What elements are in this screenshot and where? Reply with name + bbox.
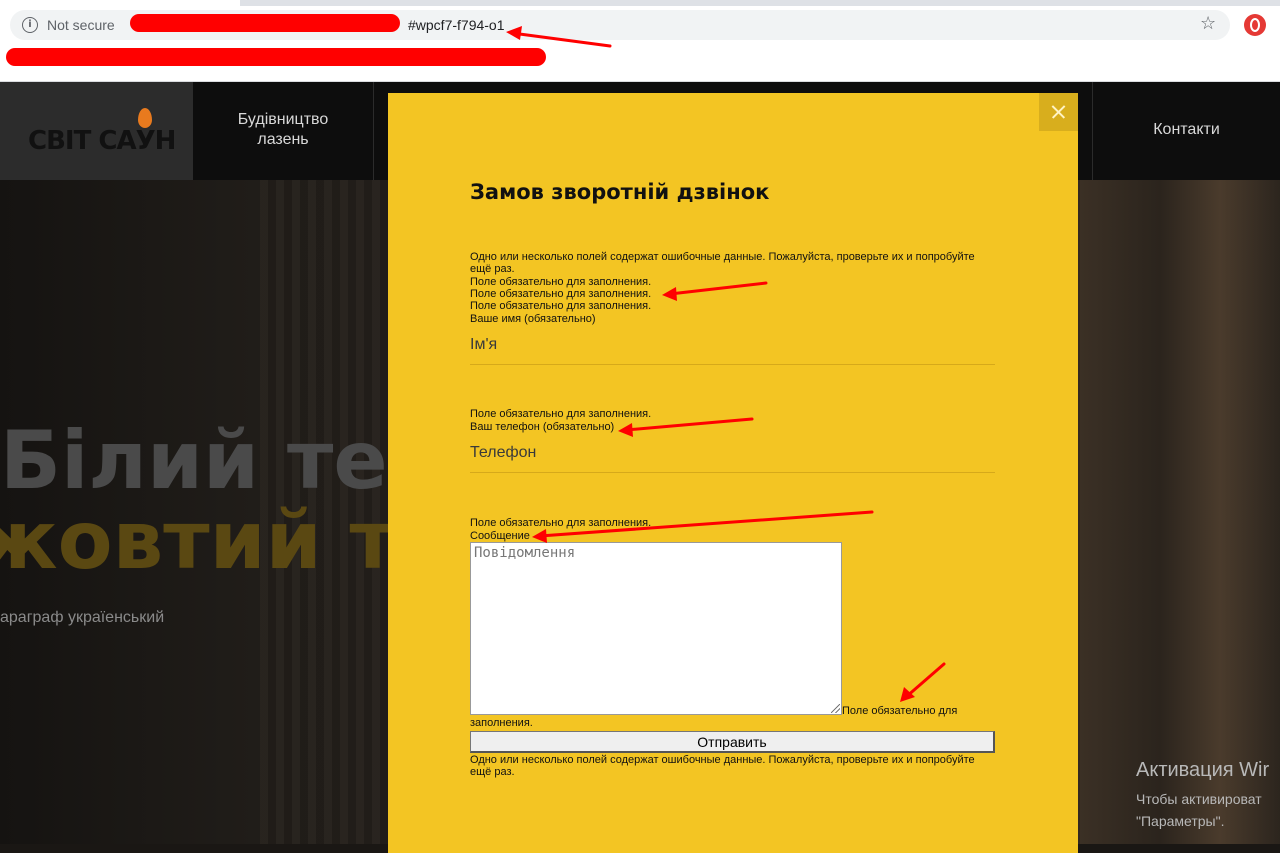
phone-input[interactable] — [470, 438, 995, 468]
name-underline — [470, 364, 995, 365]
logo-container[interactable]: СВІТ САУН — [0, 82, 193, 180]
required-msg: Поле обязательно для заполнения. — [470, 300, 652, 312]
hero-background-right — [1080, 180, 1280, 844]
browser-chrome: i Not secure | #wpcf7-f794-o1 ☆ — [0, 0, 1280, 82]
required-msg: Поле обязательно для заполнения. — [470, 517, 652, 529]
required-msg: Поле обязательно для заполнения. — [470, 288, 652, 300]
url-redaction-mark — [130, 14, 400, 32]
nav-divider — [373, 82, 374, 180]
phone-underline — [470, 472, 995, 473]
security-label[interactable]: Not secure — [47, 17, 115, 33]
required-msg-wrap: заполнения. — [470, 717, 533, 729]
tab-strip — [0, 0, 1280, 6]
hero-paragraph: араграф україeнський — [0, 609, 165, 626]
bookmarks-redaction-mark — [6, 48, 546, 66]
windows-activation-title: Активация Wir — [1136, 759, 1270, 781]
name-input[interactable] — [470, 330, 995, 360]
error-summary-bottom: Одно или несколько полей содержат ошибоч… — [470, 754, 975, 778]
phone-label: Ваш телефон (обязательно) — [470, 421, 615, 433]
windows-activation-line1: Чтобы активироват — [1136, 791, 1262, 807]
url-text[interactable]: #wpcf7-f794-o1 — [408, 17, 505, 33]
hero-title-yellow: жовтий т — [0, 494, 396, 587]
close-icon[interactable] — [1039, 93, 1078, 131]
hero-title-white: Білий тек — [0, 414, 442, 507]
info-icon[interactable]: i — [22, 17, 38, 33]
required-msg-inline: Поле обязательно для — [842, 705, 958, 717]
message-label: Сообщение — [470, 530, 530, 542]
nav-item-construction[interactable]: Будівництво лазень — [193, 110, 373, 150]
submit-button[interactable]: Отправить — [470, 731, 995, 753]
required-msg: Поле обязательно для заполнения. — [470, 408, 652, 420]
callback-modal: Замов зворотній дзвінок Одно или несколь… — [388, 93, 1078, 853]
windows-activation-line2: "Параметры". — [1136, 813, 1225, 829]
windows-activation-text: Чтобы активироват "Параметры". — [1136, 788, 1262, 832]
modal-title: Замов зворотній дзвінок — [470, 180, 770, 204]
active-tab[interactable] — [0, 0, 240, 6]
resize-handle-icon[interactable] — [831, 704, 840, 713]
flame-icon — [138, 108, 152, 128]
site-logo[interactable]: СВІТ САУН — [28, 126, 176, 156]
opera-extension-icon[interactable] — [1244, 14, 1266, 36]
name-label: Ваше имя (обязательно) — [470, 313, 596, 325]
required-msg: Поле обязательно для заполнения. — [470, 276, 652, 288]
error-summary-top: Одно или несколько полей содержат ошибоч… — [470, 251, 975, 275]
message-textarea[interactable] — [470, 542, 842, 715]
nav-item-contacts[interactable]: Контакти — [1093, 120, 1280, 140]
bookmark-star-icon[interactable]: ☆ — [1200, 14, 1216, 34]
